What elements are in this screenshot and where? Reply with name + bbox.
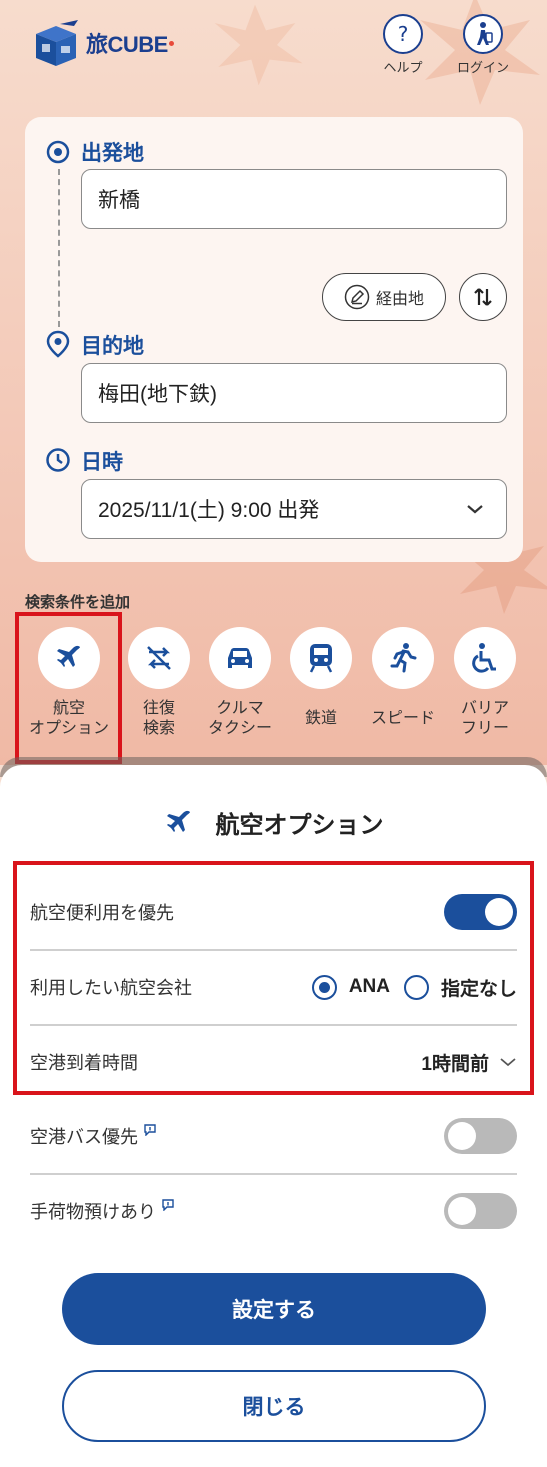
- add-conditions-title: 検索条件を追加: [25, 594, 131, 611]
- submit-button[interactable]: 設定する: [62, 1273, 486, 1345]
- sheet-header: 航空オプション: [0, 805, 547, 840]
- option-car[interactable]: クルマ タクシー: [199, 627, 281, 739]
- clock-icon: [46, 448, 70, 472]
- destination-pin-icon: [46, 330, 70, 358]
- baggage-row: 手荷物預けあり: [30, 1174, 517, 1248]
- swap-button[interactable]: [459, 273, 507, 321]
- help-label: ヘルプ: [383, 60, 423, 75]
- option-speed[interactable]: スピード: [362, 627, 444, 729]
- info-bubble-icon[interactable]: [162, 1199, 174, 1211]
- runner-icon: [372, 627, 434, 689]
- via-button[interactable]: 経由地: [322, 273, 446, 321]
- option-barrier-free[interactable]: バリア フリー: [444, 627, 526, 739]
- car-icon: [209, 627, 271, 689]
- option-round-trip[interactable]: 往復 検索: [118, 627, 200, 739]
- airport-bus-label-wrap: 空港バス優先: [30, 1123, 156, 1149]
- datetime-select[interactable]: 2025/11/1(土) 9:00 出発: [81, 479, 507, 539]
- option-label: クルマ タクシー: [207, 700, 272, 737]
- highlight-box: [15, 612, 122, 764]
- close-button[interactable]: 閉じる: [62, 1370, 486, 1442]
- origin-icon: [46, 140, 70, 164]
- login-label: ログイン: [456, 60, 509, 75]
- datetime-title: 日時: [81, 451, 123, 474]
- option-label: スピード: [370, 710, 435, 727]
- round-trip-icon: [128, 627, 190, 689]
- air-options-sheet: 航空オプション 航空便利用を優先 利用したい航空会社 ANA 指定なし 空港到着…: [0, 765, 547, 1467]
- baggage-label: 手荷物預けあり: [30, 1202, 156, 1222]
- option-label: バリア フリー: [460, 700, 509, 737]
- destination-title: 目的地: [81, 335, 144, 358]
- swap-arrows-icon: [474, 288, 492, 306]
- route-connector: [58, 169, 60, 327]
- option-train[interactable]: 鉄道: [280, 627, 362, 729]
- destination-input[interactable]: 梅田(地下鉄): [81, 363, 507, 423]
- option-label: 往復 検索: [142, 700, 175, 737]
- baggage-label-wrap: 手荷物預けあり: [30, 1198, 174, 1224]
- app-logo[interactable]: 旅CUBE: [30, 18, 174, 68]
- train-icon: [290, 627, 352, 689]
- svg-text:?: ?: [398, 22, 409, 46]
- airport-bus-row: 空港バス優先: [30, 1099, 517, 1173]
- highlight-box: [13, 861, 534, 1095]
- search-form-card: 出発地 新橋 経由地 目的地 梅田(地下鉄) 日時 2025/11/1(土) 9…: [25, 117, 523, 562]
- login-button[interactable]: ログイン: [448, 14, 518, 76]
- sheet-title: 航空オプション: [215, 812, 384, 839]
- origin-title: 出発地: [81, 142, 144, 165]
- logo-text: 旅CUBE: [86, 32, 168, 57]
- maple-leaf-decoration: [214, 4, 303, 86]
- help-icon: ?: [383, 14, 423, 54]
- logo-dot: [168, 40, 174, 46]
- airport-bus-label: 空港バス優先: [30, 1127, 138, 1147]
- pencil-icon: [344, 284, 370, 310]
- info-bubble-icon[interactable]: [144, 1124, 156, 1136]
- via-label: 経由地: [375, 291, 424, 308]
- baggage-toggle[interactable]: [444, 1193, 517, 1229]
- airplane-icon: [166, 810, 190, 832]
- option-label: 鉄道: [304, 710, 337, 727]
- datetime-value: 2025/11/1(土) 9:00 出発: [98, 499, 320, 522]
- cube-logo-icon: [36, 20, 78, 66]
- traveler-icon: [463, 14, 503, 54]
- chevron-down-icon: [467, 505, 483, 514]
- origin-input[interactable]: 新橋: [81, 169, 507, 229]
- wheelchair-icon: [454, 627, 516, 689]
- help-button[interactable]: ? ヘルプ: [368, 14, 438, 76]
- airport-bus-toggle[interactable]: [444, 1118, 517, 1154]
